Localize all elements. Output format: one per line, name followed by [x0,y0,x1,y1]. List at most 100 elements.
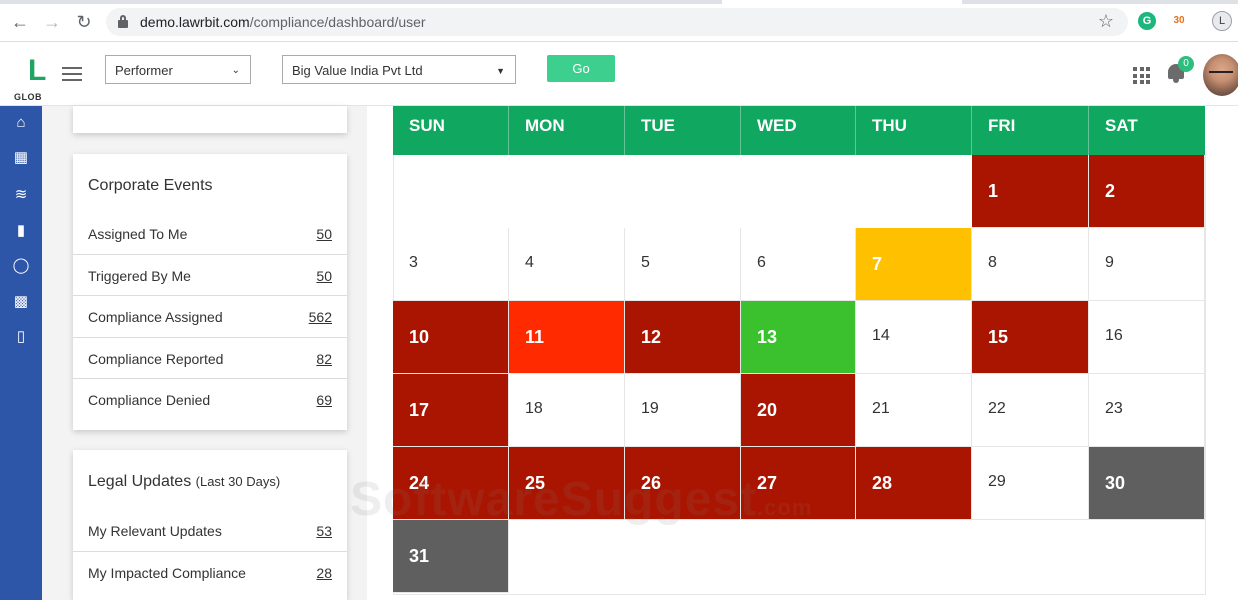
corporate-events-row[interactable]: Assigned To Me 50 [73,213,347,255]
weekday-fri: FRI [972,106,1089,155]
calendar-day-1[interactable]: 1 [972,155,1089,228]
back-icon[interactable]: ← [10,12,30,32]
active-tab[interactable] [722,0,962,4]
calendar-day-2[interactable]: 2 [1089,155,1205,228]
caret-down-icon: ▼ [496,66,505,76]
row-label: Compliance Reported [88,351,224,367]
legal-updates-title: Legal Updates (Last 30 Days) [88,473,280,491]
app-logo[interactable]: L [28,56,46,86]
sidebar: ⌂ ▦ ≋ ▮ ◯ ▩ ▯ [0,106,42,600]
calendar-day-3[interactable]: 3 [393,228,509,301]
row-count-link[interactable]: 69 [316,392,332,408]
activity-icon[interactable]: ≋ [12,186,30,204]
corporate-events-card: Corporate Events Assigned To Me 50 Trigg… [73,154,347,430]
calendar-weekday-header: SUN MON TUE WED THU FRI SAT [393,106,1205,155]
calendar-day-15[interactable]: 15 [972,301,1089,374]
app-header: L GLOB Performer ⌄ Big Value India Pvt L… [0,42,1238,106]
address-bar[interactable]: demo.lawrbit.com/compliance/dashboard/us… [106,8,1128,36]
weekday-sun: SUN [393,106,509,155]
home-icon[interactable]: ⌂ [12,114,30,132]
calendar-day-4[interactable]: 4 [509,228,625,301]
calendar-day-7[interactable]: 7 [856,228,972,301]
calendar-day-9[interactable]: 9 [1089,228,1205,301]
calendar-day-24[interactable]: 24 [393,447,509,520]
corporate-events-row[interactable]: Compliance Reported 82 [73,337,347,379]
bookmark-star-icon[interactable]: ☆ [1098,11,1114,32]
calendar-day-25[interactable]: 25 [509,447,625,520]
calendar-day-5[interactable]: 5 [625,228,741,301]
tab-strip [0,0,1238,4]
company-select-value: Big Value India Pvt Ltd [292,63,423,78]
calendar-day-21[interactable]: 21 [856,374,972,447]
row-label: Compliance Denied [88,392,211,408]
calendar-day-29[interactable]: 29 [972,447,1089,520]
app-logo-text: GLOB [14,92,42,102]
notification-count-badge: 0 [1178,56,1194,72]
row-count-link[interactable]: 28 [316,565,332,581]
row-count-link[interactable]: 50 [316,226,332,242]
corporate-events-row[interactable]: Triggered By Me 50 [73,254,347,296]
calendar-day-16[interactable]: 16 [1089,301,1205,374]
calendar-day-26[interactable]: 26 [625,447,741,520]
calendar-day-30[interactable]: 30 [1089,447,1205,520]
calendar-day-19[interactable]: 19 [625,374,741,447]
calendar-day-22[interactable]: 22 [972,374,1089,447]
legal-updates-card: Legal Updates (Last 30 Days) My Relevant… [73,450,347,600]
legal-updates-row[interactable]: My Relevant Updates 53 [73,510,347,552]
legal-updates-heading: Legal Updates [88,473,192,490]
row-count-link[interactable]: 53 [316,523,332,539]
row-label: Assigned To Me [88,226,188,242]
calendar-day-10[interactable]: 10 [393,301,509,374]
calendar-day-12[interactable]: 12 [625,301,741,374]
menu-toggle-icon[interactable] [62,67,82,81]
legal-updates-subtitle: (Last 30 Days) [195,474,281,489]
go-button[interactable]: Go [547,55,615,82]
document-icon[interactable]: ▮ [12,222,30,240]
apps-grid-icon[interactable] [1133,67,1150,84]
calendar-day-27[interactable]: 27 [741,447,856,520]
chevron-down-icon: ⌄ [231,65,240,76]
legal-updates-row[interactable]: My Impacted Compliance 28 [73,551,347,593]
weekday-thu: THU [856,106,972,155]
corporate-events-row[interactable]: Compliance Denied 69 [73,378,347,420]
chat-icon[interactable]: ▯ [12,328,30,346]
browser-toolbar: ← → ↻ demo.lawrbit.com/compliance/dashbo… [0,0,1238,42]
url-text: demo.lawrbit.com/compliance/dashboard/us… [140,14,426,30]
row-count-link[interactable]: 82 [316,351,332,367]
calendar-day-14[interactable]: 14 [856,301,972,374]
reload-icon[interactable]: ↻ [74,12,94,32]
circle-icon[interactable]: ◯ [12,257,30,275]
corporate-events-row[interactable]: Compliance Assigned 562 [73,295,347,337]
extension-icon[interactable]: 30 [1170,12,1188,30]
url-path: /compliance/dashboard/user [249,14,426,30]
row-label: Triggered By Me [88,268,191,284]
calendar-day-17[interactable]: 17 [393,374,509,447]
row-count-link[interactable]: 562 [309,309,332,325]
lock-icon [118,15,128,28]
grammarly-icon[interactable]: G [1138,12,1156,30]
row-count-link[interactable]: 50 [316,268,332,284]
calendar-day-13[interactable]: 13 [741,301,856,374]
calendar-day-28[interactable]: 28 [856,447,972,520]
calendar-day-31[interactable]: 31 [393,520,509,593]
previous-card [73,106,347,133]
weekday-mon: MON [509,106,625,155]
calendar-day-20[interactable]: 20 [741,374,856,447]
calendar-day-23[interactable]: 23 [1089,374,1205,447]
weekday-tue: TUE [625,106,741,155]
ticket-icon[interactable]: ▩ [12,293,30,311]
calendar-day-18[interactable]: 18 [509,374,625,447]
weekday-wed: WED [741,106,856,155]
corporate-events-title: Corporate Events [88,177,213,194]
calendar-icon[interactable]: ▦ [12,149,30,167]
calendar-day-8[interactable]: 8 [972,228,1089,301]
calendar-day-6[interactable]: 6 [741,228,856,301]
browser-profile-icon[interactable]: L [1212,11,1232,31]
calendar-day-11[interactable]: 11 [509,301,625,374]
role-select-value: Performer [115,63,173,78]
role-select[interactable]: Performer ⌄ [105,55,251,84]
company-select[interactable]: Big Value India Pvt Ltd ▼ [282,55,516,84]
user-avatar[interactable] [1203,54,1238,96]
forward-icon[interactable]: → [42,12,62,32]
url-host: demo.lawrbit.com [140,14,250,30]
